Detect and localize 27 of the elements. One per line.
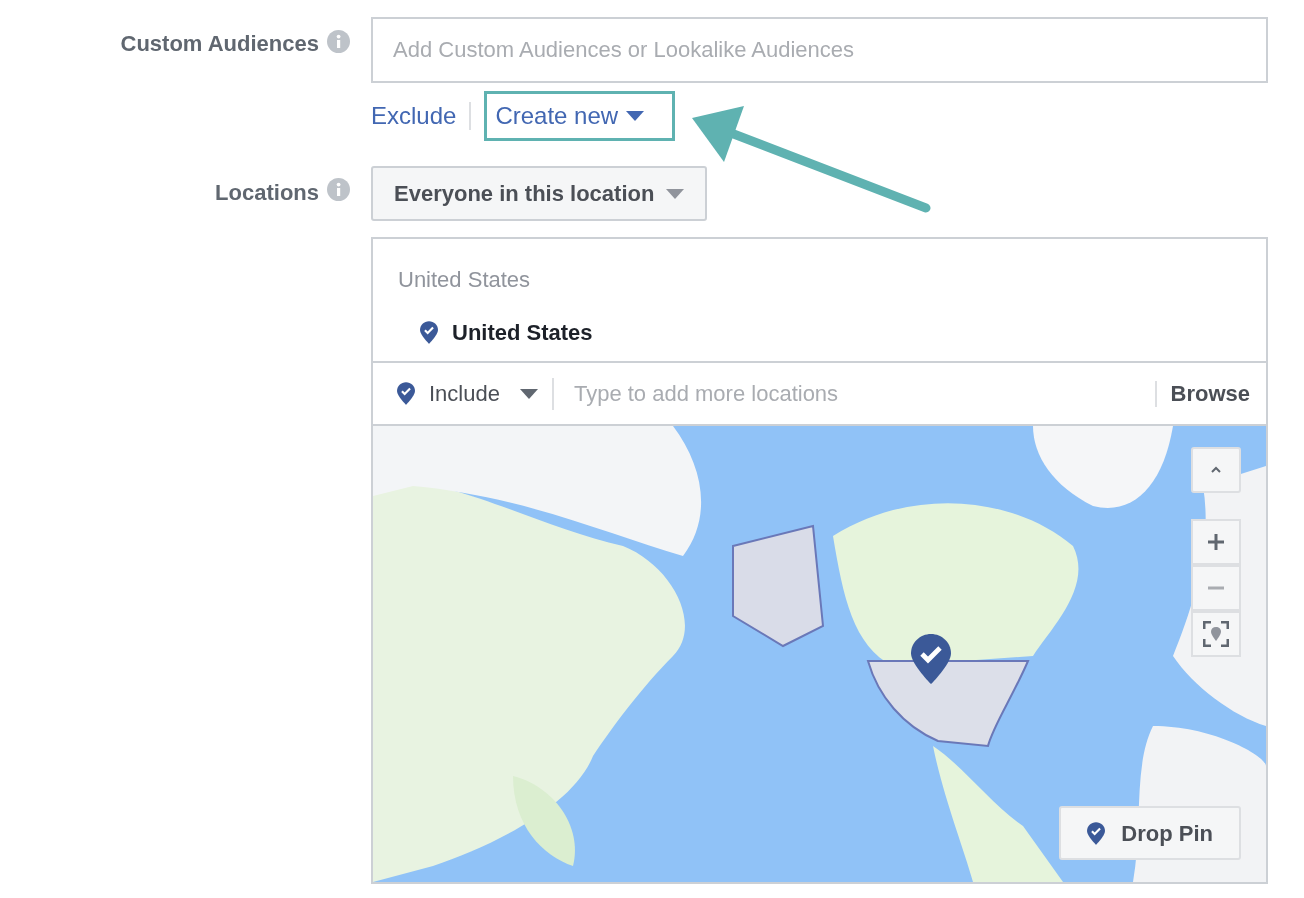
recenter-icon (1203, 621, 1229, 647)
field-label: Locations (215, 179, 319, 207)
audience-input[interactable]: Add Custom Audiences or Lookalike Audiences (371, 17, 1268, 83)
exclude-link[interactable]: Exclude (371, 91, 457, 141)
selected-location: United States (452, 319, 593, 347)
recenter-button[interactable] (1191, 611, 1241, 657)
location-pin-icon (397, 382, 415, 405)
info-icon (327, 178, 350, 201)
minus-icon (1207, 586, 1225, 590)
map-pin-icon (911, 634, 951, 684)
section-header: United States (398, 266, 532, 294)
caret-icon (666, 188, 685, 199)
caret-icon (626, 111, 645, 121)
caret-icon (519, 388, 538, 399)
browse-link[interactable]: Browse (1156, 377, 1250, 410)
chevron-up-icon (1210, 466, 1222, 474)
plus-icon (1207, 533, 1225, 551)
include-dropdown[interactable]: Include (397, 377, 552, 410)
location-pin-icon (420, 321, 438, 344)
location-search-field[interactable]: Type to add more locations (553, 377, 1155, 410)
location-dropdown[interactable]: Everyone in this location (371, 166, 708, 221)
create-new-dropdown[interactable]: Create new (484, 91, 676, 141)
drop-pin-button[interactable]: Drop Pin (1059, 806, 1241, 860)
info-icon (327, 30, 350, 53)
location-pin-icon (1087, 821, 1106, 845)
zoom-in-button[interactable] (1191, 519, 1241, 565)
field-label: Custom Audiences (120, 30, 319, 58)
